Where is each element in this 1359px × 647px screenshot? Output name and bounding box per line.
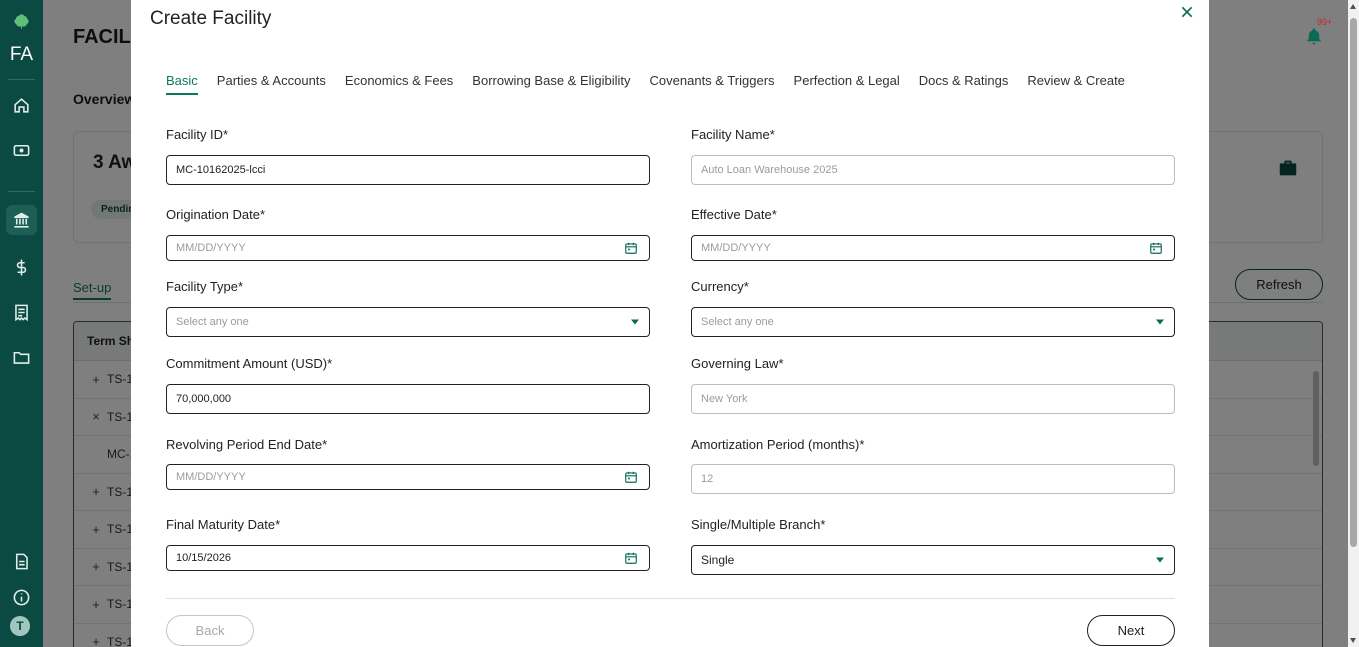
tab-perfection-legal[interactable]: Perfection & Legal (794, 73, 900, 95)
folder-icon[interactable] (6, 342, 37, 372)
facility-name-label: Facility Name* (691, 127, 775, 142)
sidebar: FA T (0, 0, 43, 647)
bell-icon[interactable] (1305, 26, 1323, 46)
governing-law-label: Governing Law* (691, 356, 784, 371)
facility-name-field[interactable]: Auto Loan Warehouse 2025 (691, 155, 1175, 185)
calendar-icon[interactable] (624, 551, 638, 565)
final-maturity-date-label: Final Maturity Date* (166, 517, 281, 532)
facility-name-placeholder: Auto Loan Warehouse 2025 (701, 164, 838, 176)
app-initials: FA (9, 44, 34, 65)
back-button[interactable]: Back (166, 615, 254, 646)
commitment-amount-field[interactable]: 70,000,000 (166, 384, 650, 414)
chevron-down-icon (1156, 557, 1164, 563)
tab-borrowing-base[interactable]: Borrowing Base & Eligibility (472, 73, 630, 95)
calendar-icon[interactable] (624, 241, 638, 255)
currency-placeholder: Select any one (701, 316, 774, 328)
chevron-down-icon (1156, 319, 1164, 325)
tab-review-create[interactable]: Review & Create (1027, 73, 1125, 95)
avatar[interactable]: T (10, 616, 30, 636)
facility-id-field[interactable]: MC-10162025-lcci (166, 155, 650, 185)
scroll-down-icon[interactable] (1350, 638, 1356, 643)
eye-icon[interactable] (6, 135, 37, 165)
facility-id-label: Facility ID* (166, 127, 229, 142)
tab-parties-accounts[interactable]: Parties & Accounts (217, 73, 326, 95)
amortization-period-label: Amortization Period (months)* (691, 437, 865, 452)
effective-date-placeholder: MM/DD/YYYY (701, 242, 771, 254)
branch-select[interactable]: Single (691, 545, 1175, 575)
commitment-amount-value: 70,000,000 (176, 393, 232, 405)
receipt-icon[interactable] (6, 297, 37, 327)
revolving-end-date-placeholder: MM/DD/YYYY (176, 471, 246, 483)
tab-covenants-triggers[interactable]: Covenants & Triggers (650, 73, 775, 95)
final-maturity-date-field[interactable]: 10/15/2026 (166, 545, 650, 571)
governing-law-placeholder: New York (701, 393, 748, 405)
calendar-icon[interactable] (1149, 241, 1163, 255)
tab-docs-ratings[interactable]: Docs & Ratings (919, 73, 1009, 95)
origination-date-placeholder: MM/DD/YYYY (176, 242, 246, 254)
close-icon[interactable] (1178, 3, 1196, 21)
effective-date-label: Effective Date* (691, 207, 777, 222)
governing-law-field[interactable]: New York (691, 384, 1175, 414)
branch-label: Single/Multiple Branch* (691, 517, 826, 532)
scroll-up-icon[interactable] (1350, 4, 1356, 9)
facility-id-value: MC-10162025-lcci (176, 164, 266, 176)
page-scrollbar[interactable] (1348, 0, 1359, 647)
home-icon[interactable] (6, 90, 37, 120)
sidebar-divider (8, 79, 35, 80)
amortization-period-placeholder: 12 (701, 473, 714, 485)
origination-date-field[interactable]: MM/DD/YYYY (166, 235, 650, 261)
amortization-period-field[interactable]: 12 (691, 464, 1175, 494)
sidebar-divider (8, 191, 35, 192)
create-facility-modal: Create Facility Basic Parties & Accounts… (131, 0, 1209, 647)
footer-divider (166, 598, 1175, 599)
chevron-down-icon (631, 319, 639, 325)
revolving-end-date-field[interactable]: MM/DD/YYYY (166, 464, 650, 490)
facility-type-placeholder: Select any one (176, 316, 249, 328)
commitment-amount-label: Commitment Amount (USD)* (166, 356, 333, 371)
dollar-icon[interactable] (6, 252, 37, 282)
facility-type-select[interactable]: Select any one (166, 307, 650, 337)
revolving-end-date-label: Revolving Period End Date* (166, 437, 328, 452)
brain-icon[interactable] (6, 6, 37, 36)
branch-value: Single (701, 553, 735, 567)
currency-select[interactable]: Select any one (691, 307, 1175, 337)
modal-title: Create Facility (150, 8, 272, 29)
bank-icon[interactable] (6, 205, 37, 235)
calendar-icon[interactable] (624, 470, 638, 484)
origination-date-label: Origination Date* (166, 207, 265, 222)
notification-count: 99+ (1317, 17, 1333, 27)
tab-basic[interactable]: Basic (166, 73, 198, 95)
info-icon[interactable] (6, 582, 37, 612)
modal-tabs: Basic Parties & Accounts Economics & Fee… (166, 73, 1144, 97)
effective-date-field[interactable]: MM/DD/YYYY (691, 235, 1175, 261)
final-maturity-date-value: 10/15/2026 (176, 552, 232, 564)
scrollbar-thumb[interactable] (1350, 18, 1357, 547)
next-button[interactable]: Next (1087, 615, 1175, 646)
tab-economics-fees[interactable]: Economics & Fees (345, 73, 453, 95)
currency-label: Currency* (691, 279, 749, 294)
document-icon[interactable] (6, 546, 37, 576)
facility-type-label: Facility Type* (166, 279, 244, 294)
